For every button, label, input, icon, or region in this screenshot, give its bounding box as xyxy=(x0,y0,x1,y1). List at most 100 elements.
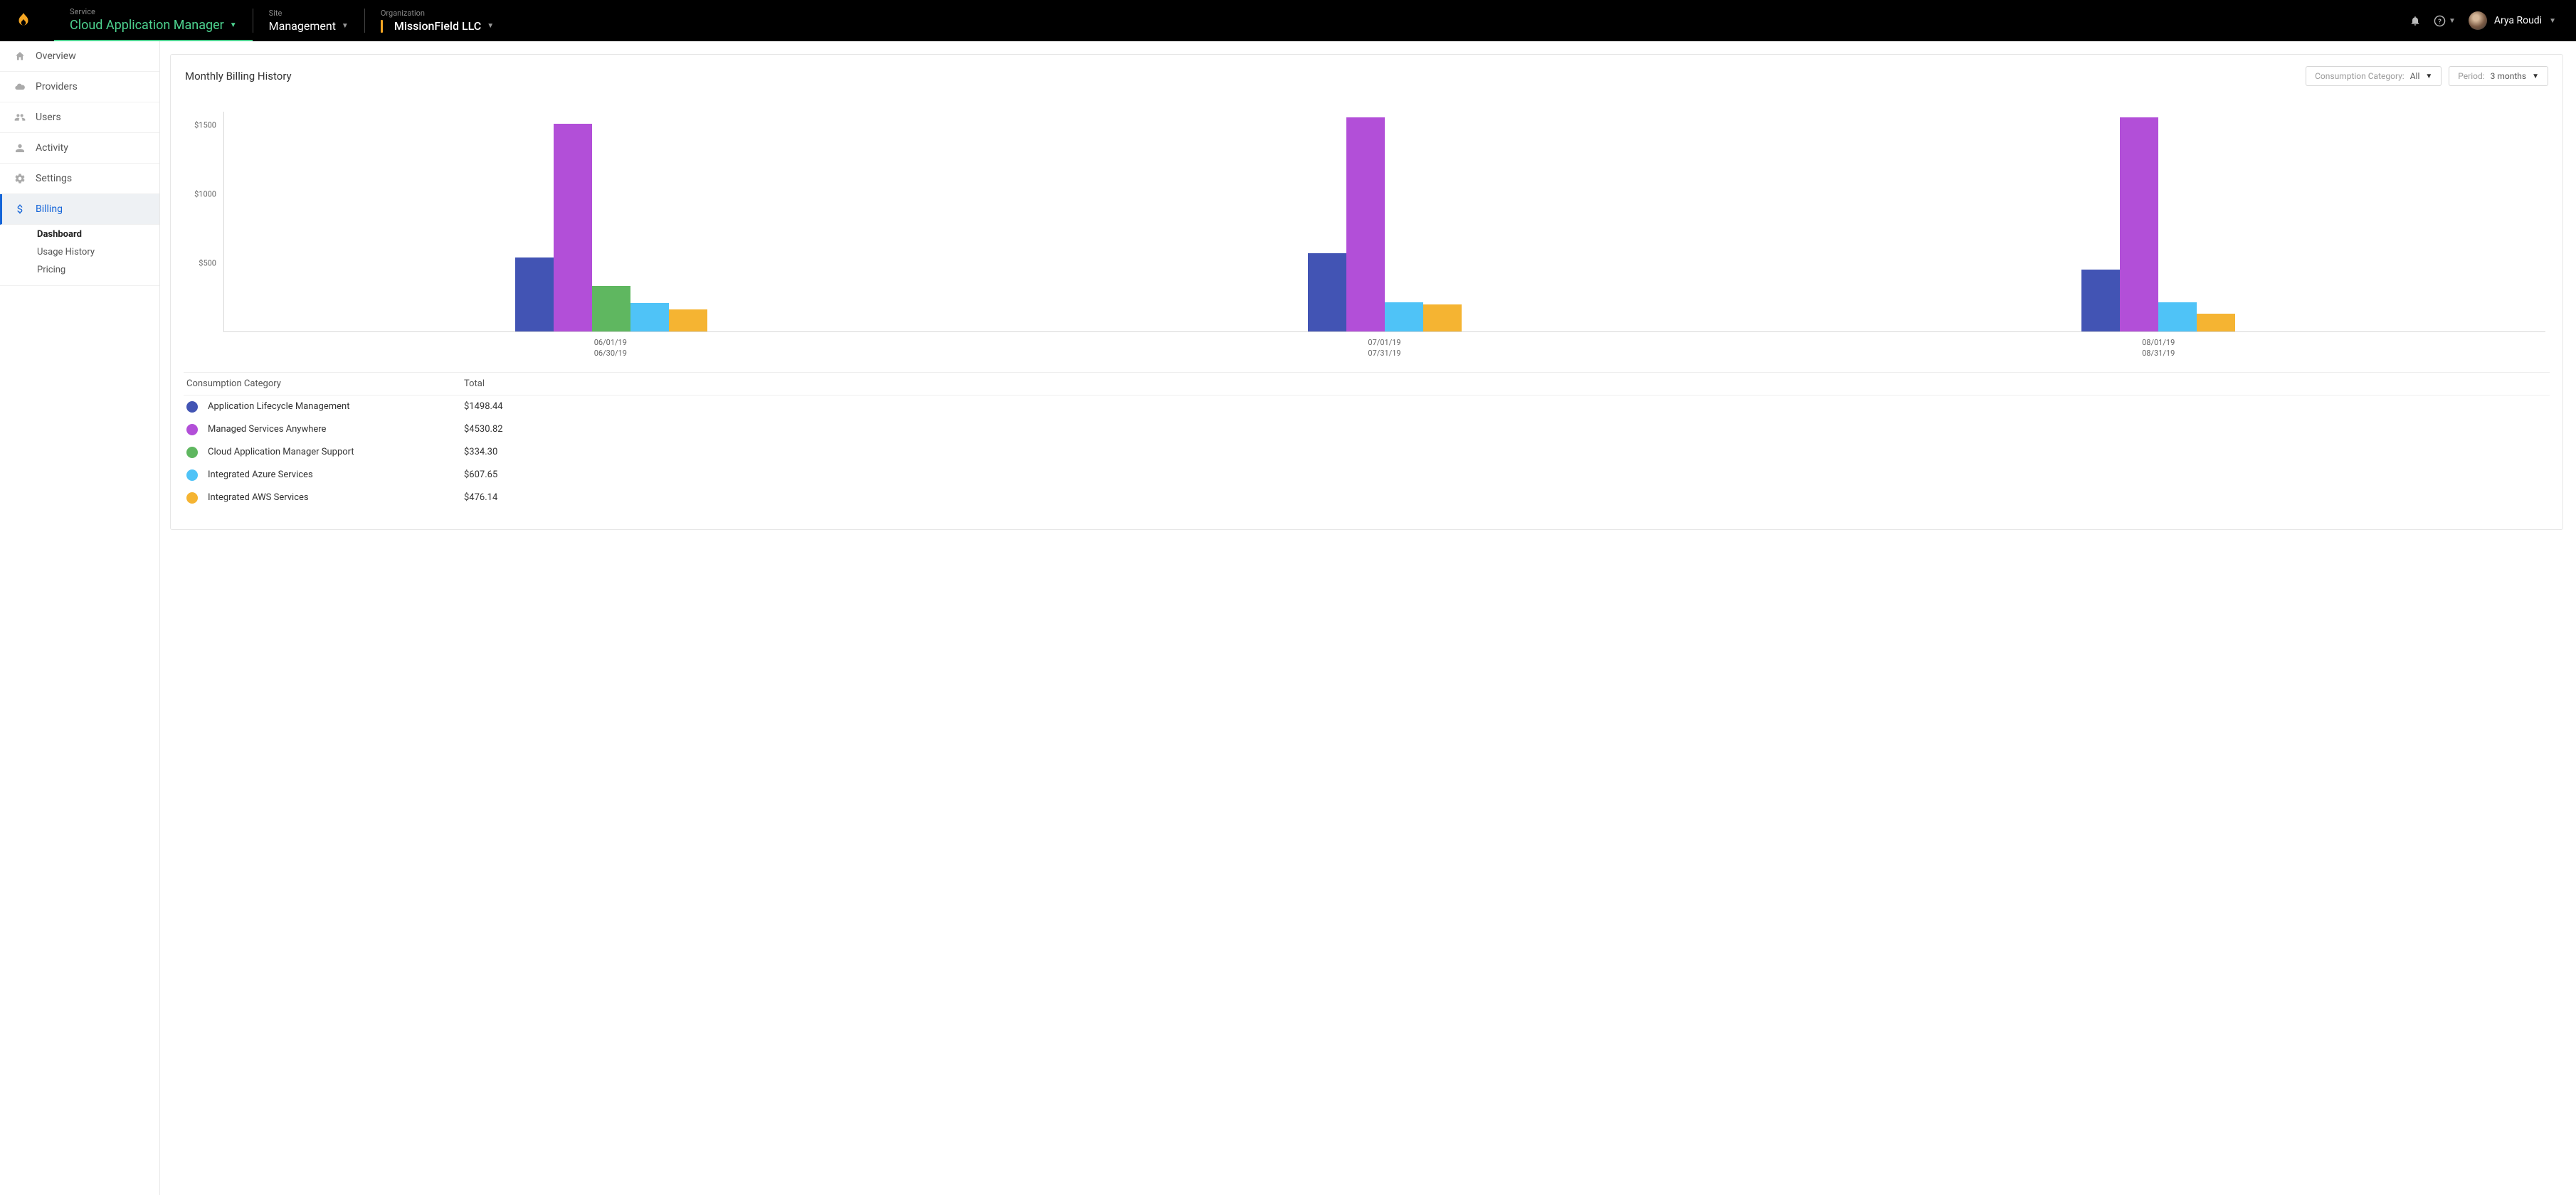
period-select[interactable]: Period: 3 months ▼ xyxy=(2449,66,2548,86)
sidebar-item-billing[interactable]: Billing xyxy=(0,194,159,225)
cell-total: $334.30 xyxy=(464,447,2547,457)
category-label: Cloud Application Manager Support xyxy=(208,447,354,457)
caret-down-icon: ▼ xyxy=(2549,17,2556,25)
cell-category: Application Lifecycle Management xyxy=(186,401,464,413)
cell-category: Integrated Azure Services xyxy=(186,469,464,481)
y-axis: $1500$1000$500 xyxy=(188,112,223,332)
avatar xyxy=(2469,11,2487,30)
caret-down-icon: ▼ xyxy=(342,22,349,30)
legend-dot xyxy=(186,492,198,504)
notifications-button[interactable] xyxy=(2409,15,2421,26)
legend-dot xyxy=(186,447,198,458)
sidebar-item-settings[interactable]: Settings xyxy=(0,164,159,194)
chart-bar[interactable] xyxy=(2081,270,2120,331)
organization-selector[interactable]: Organization MissionField LLC ▼ xyxy=(365,0,510,41)
select-value: All xyxy=(2410,71,2420,81)
site-value: Management xyxy=(269,19,336,33)
consumption-category-select[interactable]: Consumption Category: All ▼ xyxy=(2306,66,2442,86)
chart-bar[interactable] xyxy=(515,257,554,331)
site-selector[interactable]: Site Management ▼ xyxy=(253,0,364,41)
chart-bar[interactable] xyxy=(2158,302,2197,331)
legend-dot xyxy=(186,401,198,413)
chart-container: $1500$1000$500 06/01/1906/30/1907/01/190… xyxy=(171,90,2562,366)
chart-bar[interactable] xyxy=(592,286,630,332)
select-label: Consumption Category: xyxy=(2315,71,2405,81)
table-row: Application Lifecycle Management $1498.44 xyxy=(184,395,2550,418)
cell-total: $1498.44 xyxy=(464,401,2547,412)
sidebar-item-providers[interactable]: Providers xyxy=(0,72,159,102)
table-row: Cloud Application Manager Support $334.30 xyxy=(184,441,2550,464)
x-axis-label: 07/01/1907/31/19 xyxy=(998,332,1772,359)
sidebar-item-label: Billing xyxy=(36,203,63,215)
y-tick: $1000 xyxy=(194,190,216,199)
billing-submenu: Dashboard Usage History Pricing xyxy=(0,225,159,286)
select-value: 3 months xyxy=(2491,71,2526,81)
card-title: Monthly Billing History xyxy=(185,70,292,83)
table-row: Integrated AWS Services$476.14 xyxy=(184,487,2550,509)
cell-category: Integrated AWS Services xyxy=(186,492,464,504)
sidebar-item-label: Providers xyxy=(36,81,78,92)
sidebar-item-label: Overview xyxy=(36,51,76,62)
gear-icon xyxy=(14,173,26,184)
bell-icon xyxy=(2409,15,2421,26)
header-category: Consumption Category xyxy=(186,378,464,389)
svg-text:?: ? xyxy=(2438,18,2442,26)
breadcrumb: Service Cloud Application Manager▼ Site … xyxy=(54,0,2409,41)
org-value: MissionField LLC xyxy=(394,19,481,33)
service-label: Service xyxy=(70,7,237,16)
sidebar-item-label: Users xyxy=(36,112,61,123)
help-button[interactable]: ?▼ xyxy=(2434,15,2456,27)
sidebar-item-overview[interactable]: Overview xyxy=(0,41,159,72)
org-accent xyxy=(381,20,383,33)
chart-bar[interactable] xyxy=(554,124,592,331)
user-menu[interactable]: Arya Roudi ▼ xyxy=(2469,11,2556,30)
submenu-usage-history[interactable]: Usage History xyxy=(37,247,159,257)
table-row: Managed Services Anywhere $4530.82 xyxy=(184,418,2550,441)
caret-down-icon: ▼ xyxy=(2532,73,2539,80)
caret-down-icon: ▼ xyxy=(2425,73,2432,80)
y-tick: $500 xyxy=(199,259,216,268)
category-label: Integrated AWS Services xyxy=(208,492,309,503)
caret-down-icon: ▼ xyxy=(487,22,494,30)
filter-controls: Consumption Category: All ▼ Period: 3 mo… xyxy=(2306,66,2548,86)
sidebar-item-users[interactable]: Users xyxy=(0,102,159,133)
chart-bar[interactable] xyxy=(669,309,707,331)
chart-bar[interactable] xyxy=(630,303,669,331)
service-value: Cloud Application Manager xyxy=(70,18,224,33)
consumption-table: Consumption Category Total Application L… xyxy=(171,366,2562,529)
cell-category: Managed Services Anywhere xyxy=(186,424,464,435)
chart-bar[interactable] xyxy=(2197,314,2235,331)
caret-down-icon: ▼ xyxy=(2449,17,2456,25)
category-label: Application Lifecycle Management xyxy=(208,401,349,412)
sidebar: Overview Providers Users Activity Settin… xyxy=(0,41,160,1195)
table-row: Integrated Azure Services$607.65 xyxy=(184,464,2550,487)
user-name: Arya Roudi xyxy=(2494,15,2542,26)
chart-bar[interactable] xyxy=(1385,302,1423,331)
sidebar-item-activity[interactable]: Activity xyxy=(0,133,159,164)
site-label: Site xyxy=(269,9,349,18)
chart-bar[interactable] xyxy=(1346,117,1385,331)
chart-plot-area xyxy=(223,112,2545,332)
cell-total: $4530.82 xyxy=(464,424,2547,435)
users-icon xyxy=(14,112,26,123)
question-circle-icon: ? xyxy=(2434,15,2446,27)
chart-bar[interactable] xyxy=(2120,117,2158,331)
card-header: Monthly Billing History Consumption Cate… xyxy=(171,55,2562,90)
header-total: Total xyxy=(464,378,2547,389)
billing-history-card: Monthly Billing History Consumption Cate… xyxy=(170,54,2563,530)
category-label: Managed Services Anywhere xyxy=(208,424,326,435)
service-selector[interactable]: Service Cloud Application Manager▼ xyxy=(54,0,253,41)
chart-bar[interactable] xyxy=(1308,253,1346,331)
app-logo[interactable] xyxy=(14,0,54,41)
table-header: Consumption Category Total xyxy=(184,372,2550,395)
submenu-dashboard[interactable]: Dashboard xyxy=(37,229,159,240)
chart-bar-group xyxy=(1772,112,2545,331)
topbar-right: ?▼ Arya Roudi ▼ xyxy=(2409,0,2562,41)
chart-bar[interactable] xyxy=(1423,304,1462,331)
legend-dot xyxy=(186,469,198,481)
x-axis: 06/01/1906/30/1907/01/1907/31/1908/01/19… xyxy=(223,332,2545,359)
submenu-pricing[interactable]: Pricing xyxy=(37,265,159,275)
billing-bar-chart: $1500$1000$500 xyxy=(188,112,2545,332)
chart-bar-group xyxy=(998,112,1771,331)
org-label: Organization xyxy=(381,9,494,18)
